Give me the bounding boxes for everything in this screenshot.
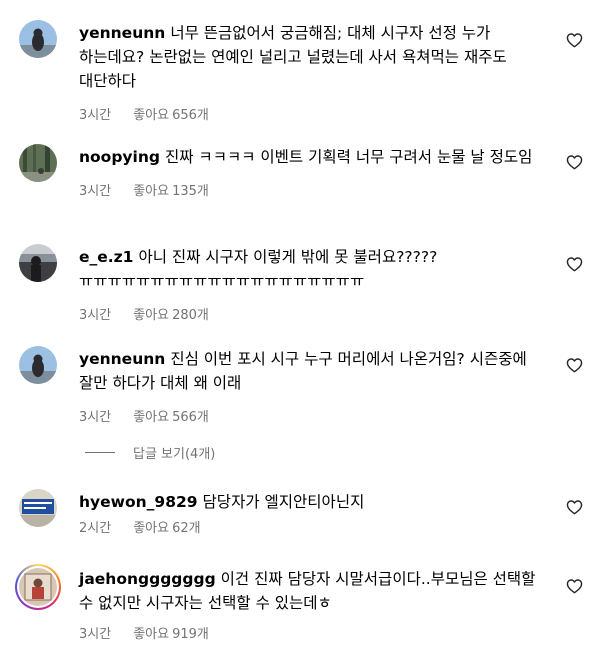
comment-meta: 3시간 좋아요 919개 [79,626,549,644]
comment-meta: 3시간 좋아요 280개 [79,307,549,325]
comment-like-count[interactable]: 135개 [172,184,209,199]
avatar-story-ring[interactable] [15,564,61,610]
comment-username[interactable]: hyewon_9829 [79,493,198,511]
comment-timestamp[interactable]: 3시간 [79,410,111,425]
comment-like-label[interactable]: 좋아요 [133,108,169,123]
comment-username[interactable]: noopying [79,148,160,166]
comment-text-block: jaehonggggggg 이건 진짜 담당자 시말서급이다..부모님은 선택할 … [79,567,549,615]
like-heart-icon[interactable] [566,499,583,515]
comment-meta: 3시간 좋아요 566개 [79,409,549,427]
comment-timestamp[interactable]: 2시간 [79,521,111,536]
like-heart-icon[interactable] [566,357,583,373]
avatar [19,568,57,606]
like-heart-icon[interactable] [566,256,583,272]
comment-like-label[interactable]: 좋아요 [133,184,169,199]
comment-text-block: e_e.z1 아니 진짜 시구자 이렇게 밖에 못 불러요????? ㅠㅠㅠㅠㅠㅠ… [79,245,549,293]
comment-username[interactable]: e_e.z1 [79,248,133,266]
avatar[interactable] [19,489,57,527]
comment-like-count[interactable]: 919개 [172,627,209,642]
comment-timestamp[interactable]: 3시간 [79,108,111,123]
comment-text-block: hyewon_9829 담당자가 엘지안티아닌지 [79,490,549,514]
comment-username[interactable]: jaehonggggggg [79,570,216,588]
comment-timestamp[interactable]: 3시간 [79,627,111,642]
comment-timestamp[interactable]: 3시간 [79,308,111,323]
comment-text: 담당자가 엘지안티아닌지 [202,493,365,511]
comment-text-block: yenneunn 진심 이번 포시 시구 누구 머리에서 나온거임? 시즌중에 잘… [79,347,549,395]
comment-username[interactable]: yenneunn [79,24,165,42]
view-replies-button[interactable]: 답글 보기(4개) [85,443,216,462]
comment-like-count[interactable]: 62개 [172,521,201,536]
comment-like-label[interactable]: 좋아요 [133,410,169,425]
like-heart-icon[interactable] [566,154,583,170]
comment-timestamp[interactable]: 3시간 [79,184,111,199]
avatar[interactable] [19,144,57,182]
comment-like-count[interactable]: 656개 [172,108,209,123]
comment-text: 진짜 ㅋㅋㅋㅋ 이벤트 기획력 너무 구려서 눈물 날 정도임 [164,148,533,166]
comment-text-block: noopying 진짜 ㅋㅋㅋㅋ 이벤트 기획력 너무 구려서 눈물 날 정도임 [79,145,549,169]
comment-meta: 3시간 좋아요 135개 [79,183,549,201]
comment-username[interactable]: yenneunn [79,350,165,368]
like-heart-icon[interactable] [566,32,583,48]
comment-text-block: yenneunn 너무 뜬금없어서 궁금해짐; 대체 시구자 선정 누가 하는데요… [79,21,549,93]
like-heart-icon[interactable] [566,578,583,594]
comment-like-count[interactable]: 280개 [172,308,209,323]
avatar[interactable] [19,20,57,58]
comment-list: yenneunn 너무 뜬금없어서 궁금해짐; 대체 시구자 선정 누가 하는데요… [0,0,598,661]
replies-divider-line [85,451,115,453]
avatar[interactable] [19,346,57,384]
view-replies-label: 답글 보기(4개) [133,446,216,462]
comment-like-label[interactable]: 좋아요 [133,521,169,536]
comment-like-count[interactable]: 566개 [172,410,209,425]
comment-meta: 3시간 좋아요 656개 [79,107,549,125]
comment-like-label[interactable]: 좋아요 [133,627,169,642]
comment-meta: 2시간 좋아요 62개 [79,520,549,538]
comment-like-label[interactable]: 좋아요 [133,308,169,323]
avatar[interactable] [19,244,57,282]
